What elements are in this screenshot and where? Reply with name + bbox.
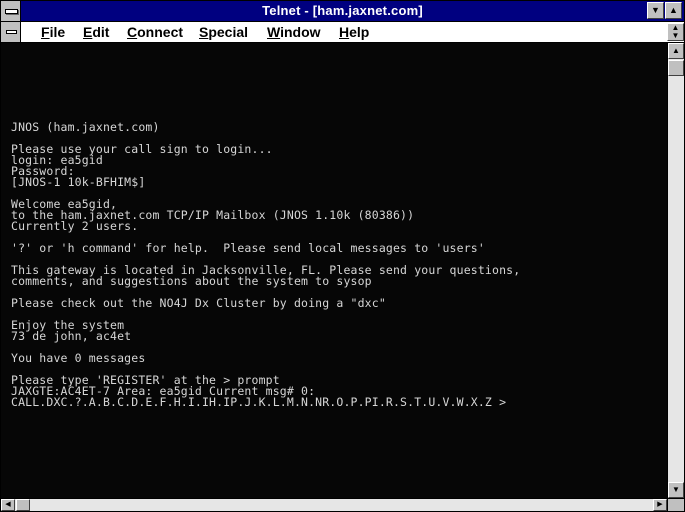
menu-connect[interactable]: Connect bbox=[127, 24, 183, 40]
terminal-line: Currently 2 users. bbox=[11, 219, 139, 233]
terminal-line: CALL.DXC.?.A.B.C.D.E.F.H.I.IH.IP.J.K.L.M… bbox=[11, 395, 507, 409]
horizontal-scrollbar[interactable]: ◀ ▶ bbox=[1, 498, 667, 511]
horizontal-scroll-thumb[interactable] bbox=[16, 499, 30, 511]
scroll-up-button[interactable]: ▲ bbox=[668, 43, 684, 59]
terminal-screen[interactable]: JNOS (ham.jaxnet.com) Please use your cal… bbox=[1, 43, 667, 498]
down-triangle-icon: ▼ bbox=[651, 5, 660, 15]
terminal-line: '?' or 'h command' for help. Please send… bbox=[11, 241, 485, 255]
terminal-line: You have 0 messages bbox=[11, 351, 146, 365]
terminal-line: JNOS (ham.jaxnet.com) bbox=[11, 120, 160, 134]
left-arrow-icon: ◀ bbox=[5, 501, 11, 508]
menu-special[interactable]: Special bbox=[199, 24, 248, 40]
restore-button[interactable]: ▲ ▼ bbox=[667, 23, 684, 41]
down-arrow-icon: ▼ bbox=[672, 485, 680, 494]
up-triangle-icon: ▲ bbox=[669, 5, 678, 15]
terminal-line: login: ea5gid bbox=[11, 153, 103, 167]
terminal-line: comments, and suggestions about the syst… bbox=[11, 274, 372, 288]
menu-help[interactable]: Help bbox=[339, 24, 369, 40]
document-system-menu-button[interactable] bbox=[1, 22, 21, 42]
telnet-window: Telnet - [ham.jaxnet.com] ▼ ▲ File Edit … bbox=[0, 0, 685, 512]
menu-bar: File Edit Connect Special Window Help ▲ ▼ bbox=[1, 22, 684, 43]
minimize-button[interactable]: ▼ bbox=[647, 2, 664, 19]
menu-window[interactable]: Window bbox=[267, 24, 321, 40]
terminal-line: [JNOS-1 10k-BFHIM$] bbox=[11, 175, 146, 189]
window-title: Telnet - [ham.jaxnet.com] bbox=[262, 3, 423, 18]
terminal-line: Please check out the NO4J Dx Cluster by … bbox=[11, 296, 386, 310]
terminal-output: JNOS (ham.jaxnet.com) Please use your cal… bbox=[11, 120, 520, 409]
restore-arrows-icon: ▲ ▼ bbox=[671, 23, 680, 40]
terminal-line: 73 de john, ac4et bbox=[11, 329, 132, 343]
title-bar[interactable]: Telnet - [ham.jaxnet.com] ▼ ▲ bbox=[1, 1, 684, 22]
vertical-scroll-thumb[interactable] bbox=[668, 60, 684, 76]
up-arrow-icon: ▲ bbox=[672, 46, 680, 55]
vertical-scrollbar[interactable]: ▲ ▼ bbox=[667, 43, 684, 498]
scroll-left-button[interactable]: ◀ bbox=[1, 499, 15, 511]
document-menu-icon bbox=[6, 30, 17, 34]
scroll-down-button[interactable]: ▼ bbox=[668, 482, 684, 498]
size-grip[interactable] bbox=[667, 498, 684, 511]
right-arrow-icon: ▶ bbox=[657, 501, 663, 508]
menu-edit[interactable]: Edit bbox=[83, 24, 109, 40]
scroll-right-button[interactable]: ▶ bbox=[653, 499, 667, 511]
maximize-button[interactable]: ▲ bbox=[665, 2, 682, 19]
menu-file[interactable]: File bbox=[41, 24, 65, 40]
